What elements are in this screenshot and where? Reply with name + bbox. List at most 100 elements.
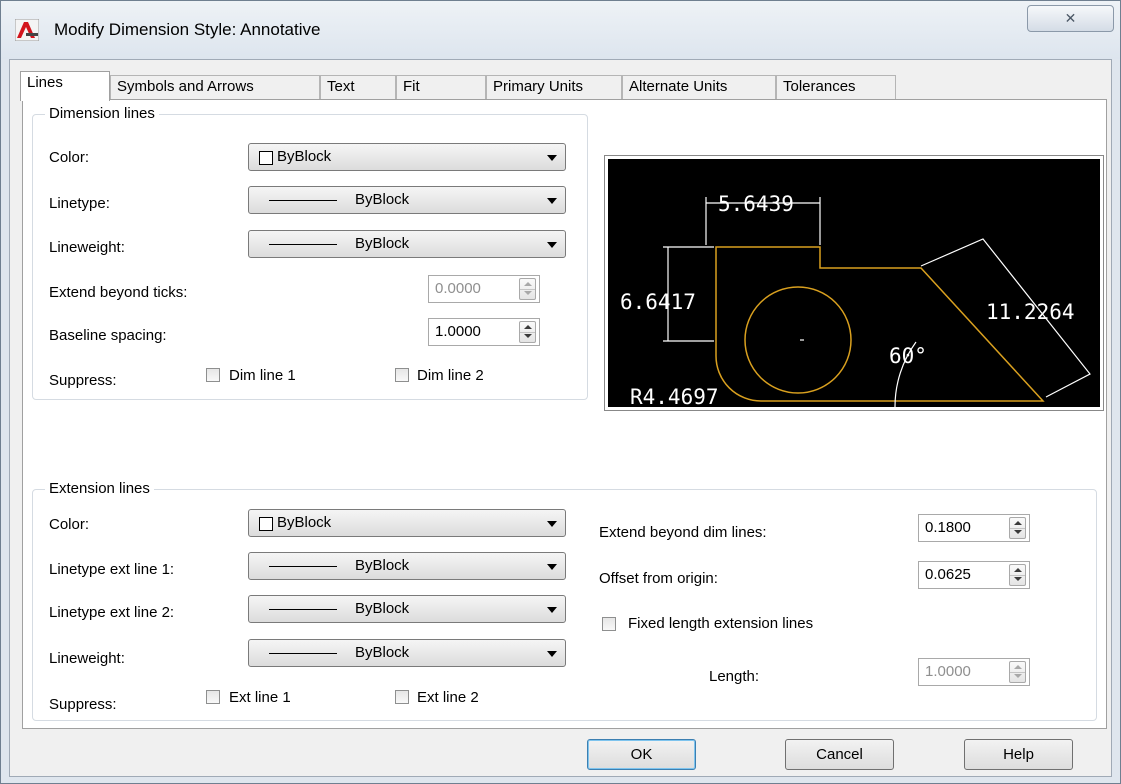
linetype-ext-2-value: ByBlock (355, 600, 410, 617)
extend-beyond-ticks-spinner[interactable]: 0.0000 (428, 275, 540, 303)
preview-background (608, 159, 1100, 407)
spinner-buttons[interactable] (519, 321, 536, 343)
tab-fit[interactable]: Fit (396, 75, 486, 99)
ext-color-value: ByBlock (277, 514, 332, 531)
ext-line-1-label: Ext line 1 (229, 689, 291, 706)
linetype-ext-2-dropdown[interactable]: ByBlock (248, 595, 566, 623)
dim-lineweight-dropdown[interactable]: ByBlock (248, 230, 566, 258)
spinner-buttons[interactable] (519, 278, 536, 300)
ext-lineweight-label: Lineweight: (49, 650, 125, 667)
tab-alternate-units[interactable]: Alternate Units (622, 75, 776, 99)
spin-up-icon (524, 282, 532, 286)
dim-lineweight-label: Lineweight: (49, 239, 125, 256)
baseline-spacing-spinner[interactable]: 1.0000 (428, 318, 540, 346)
help-button[interactable]: Help (964, 739, 1073, 770)
dim-left-text: 6.6417 (620, 290, 696, 314)
spin-down-icon (1014, 674, 1022, 678)
dim-lineweight-value: ByBlock (355, 235, 410, 252)
baseline-spacing-label: Baseline spacing: (49, 327, 167, 344)
preview-drawing: 5.6439 6.6417 11.2264 60° R4.4697 (608, 159, 1100, 407)
dim-line-2-checkbox[interactable] (395, 368, 409, 382)
chevron-down-icon (547, 651, 557, 657)
spin-up-icon (1014, 665, 1022, 669)
dimension-preview: 5.6439 6.6417 11.2264 60° R4.4697 (604, 155, 1104, 411)
dim-top-text: 5.6439 (718, 192, 794, 216)
dimension-lines-title: Dimension lines (45, 105, 159, 122)
autocad-app-icon (15, 19, 39, 41)
length-value: 1.0000 (925, 663, 971, 680)
baseline-spacing-value: 1.0000 (435, 323, 481, 340)
dim-color-label: Color: (49, 149, 90, 166)
dim-linetype-value: ByBlock (355, 191, 410, 208)
ext-suppress-label: Suppress: (49, 696, 117, 713)
extension-lines-title: Extension lines (45, 480, 154, 497)
dim-color-dropdown[interactable]: ByBlock (248, 143, 566, 171)
close-button[interactable]: ✕ (1027, 5, 1114, 32)
tab-lines[interactable]: Lines (20, 71, 110, 101)
chevron-down-icon (547, 564, 557, 570)
spin-down-icon (524, 291, 532, 295)
color-swatch (259, 151, 273, 165)
dialog-window: Modify Dimension Style: Annotative ✕ Lin… (0, 0, 1121, 784)
dim-line-2-label: Dim line 2 (417, 367, 484, 384)
linetype-ext-1-value: ByBlock (355, 557, 410, 574)
spin-up-icon (1014, 521, 1022, 525)
dim-line-1-checkbox[interactable] (206, 368, 220, 382)
dialog-client-area: Lines Symbols and Arrows Text Fit Primar… (9, 59, 1112, 777)
spin-up-icon (1014, 568, 1022, 572)
line-sample (269, 200, 337, 201)
tab-primary-units[interactable]: Primary Units (486, 75, 622, 99)
lines-tab-panel: Dimension lines Color: ByBlock Linetype:… (22, 99, 1107, 729)
extend-beyond-dim-lines-label: Extend beyond dim lines: (599, 524, 767, 541)
line-sample (269, 609, 337, 610)
ext-line-2-label: Ext line 2 (417, 689, 479, 706)
fixed-length-label: Fixed length extension lines (628, 615, 814, 632)
length-spinner[interactable]: 1.0000 (918, 658, 1030, 686)
offset-from-origin-value: 0.0625 (925, 566, 971, 583)
radius-text: R4.4697 (630, 385, 719, 407)
ext-line-1-checkbox[interactable] (206, 690, 220, 704)
dialog-title: Modify Dimension Style: Annotative (54, 20, 321, 39)
offset-from-origin-label: Offset from origin: (599, 570, 718, 587)
angle-text: 60° (889, 344, 927, 368)
dim-linetype-label: Linetype: (49, 195, 110, 212)
ext-lineweight-value: ByBlock (355, 644, 410, 661)
ext-line-2-checkbox[interactable] (395, 690, 409, 704)
linetype-ext-2-label: Linetype ext line 2: (49, 604, 175, 621)
cancel-button[interactable]: Cancel (785, 739, 894, 770)
dim-linetype-dropdown[interactable]: ByBlock (248, 186, 566, 214)
spin-down-icon (1014, 577, 1022, 581)
spinner-buttons[interactable] (1009, 517, 1026, 539)
extend-beyond-ticks-value: 0.0000 (435, 280, 481, 297)
linetype-ext-1-dropdown[interactable]: ByBlock (248, 552, 566, 580)
spinner-buttons[interactable] (1009, 661, 1026, 683)
chevron-down-icon (547, 198, 557, 204)
tab-symbols-and-arrows[interactable]: Symbols and Arrows (110, 75, 320, 99)
spin-down-icon (1014, 530, 1022, 534)
chevron-down-icon (547, 607, 557, 613)
spin-down-icon (524, 334, 532, 338)
ok-button[interactable]: OK (587, 739, 696, 770)
line-sample (269, 653, 337, 654)
tab-text[interactable]: Text (320, 75, 396, 99)
ext-lineweight-dropdown[interactable]: ByBlock (248, 639, 566, 667)
dim-right-text: 11.2264 (986, 300, 1075, 324)
chevron-down-icon (547, 155, 557, 161)
chevron-down-icon (547, 521, 557, 527)
extend-beyond-dim-lines-value: 0.1800 (925, 519, 971, 536)
extend-beyond-dim-lines-spinner[interactable]: 0.1800 (918, 514, 1030, 542)
tab-tolerances[interactable]: Tolerances (776, 75, 896, 99)
spinner-buttons[interactable] (1009, 564, 1026, 586)
dim-line-1-label: Dim line 1 (229, 367, 296, 384)
fixed-length-checkbox[interactable] (602, 617, 616, 631)
spin-up-icon (524, 325, 532, 329)
dim-color-value: ByBlock (277, 148, 332, 165)
linetype-ext-1-label: Linetype ext line 1: (49, 561, 175, 578)
extend-beyond-ticks-label: Extend beyond ticks: (49, 284, 188, 301)
offset-from-origin-spinner[interactable]: 0.0625 (918, 561, 1030, 589)
dim-suppress-label: Suppress: (49, 372, 117, 389)
line-sample (269, 566, 337, 567)
ext-color-dropdown[interactable]: ByBlock (248, 509, 566, 537)
length-label: Length: (709, 668, 760, 685)
chevron-down-icon (547, 242, 557, 248)
